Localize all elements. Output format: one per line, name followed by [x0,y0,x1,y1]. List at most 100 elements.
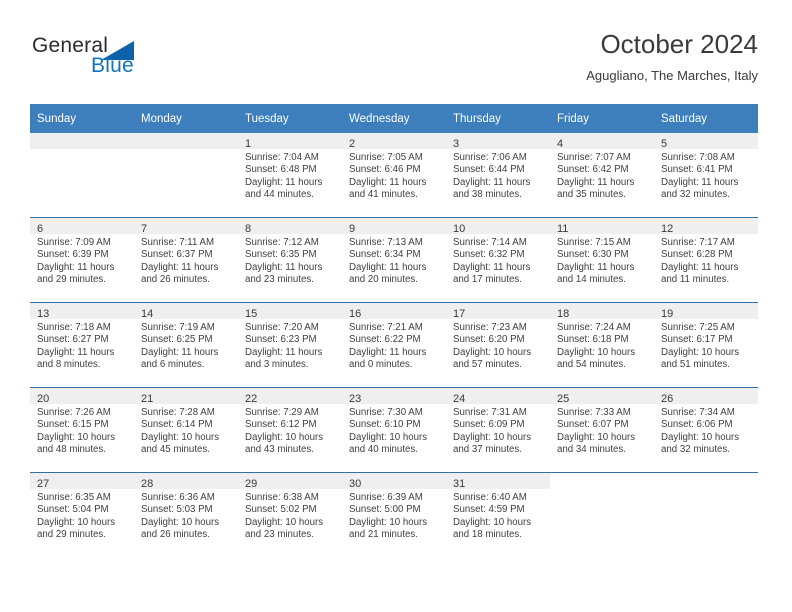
day-cell[interactable]: 6 Sunrise: 7:09 AM Sunset: 6:39 PM Daylight… [30,217,134,303]
day-cell[interactable]: 22 Sunrise: 7:29 AM Sunset: 6:12 PM Dayligh… [238,387,342,473]
sunset-text: Sunset: 6:46 PM [349,164,421,176]
weekday-header-wednesday: Wednesday [342,104,446,133]
day-cell[interactable]: 21 Sunrise: 7:28 AM Sunset: 6:14 PM Dayligh… [134,387,238,473]
daylight-text-line2: and 35 minutes. [557,189,626,201]
sunset-text: Sunset: 6:34 PM [349,249,421,261]
sunrise-text: Sunrise: 7:17 AM [661,237,735,248]
day-number: 11 [557,223,569,235]
sunset-text: Sunset: 6:30 PM [557,249,629,261]
day-number: 6 [37,223,44,235]
calendar-body: 1 Sunrise: 7:04 AM Sunset: 6:48 PM Daylight… [30,133,758,557]
daylight-text-line1: Daylight: 10 hours [453,516,532,528]
day-cell[interactable] [550,472,654,557]
page-title: October 2024 [600,29,758,59]
day-cell[interactable]: 18 Sunrise: 7:24 AM Sunset: 6:18 PM Dayligh… [550,302,654,388]
sunset-text: Sunset: 6:27 PM [37,334,109,346]
day-cell[interactable] [134,133,238,218]
sunset-text: Sunset: 6:48 PM [245,164,317,176]
daylight-text-line2: and 34 minutes. [557,444,626,456]
daylight-text-line1: Daylight: 11 hours [453,176,531,188]
sunset-text: Sunset: 6:41 PM [661,164,733,176]
sunset-text: Sunset: 6:12 PM [245,419,317,431]
day-cell[interactable]: 5 Sunrise: 7:08 AM Sunset: 6:41 PM Daylight… [654,133,758,218]
day-cell[interactable]: 26 Sunrise: 7:34 AM Sunset: 6:06 PM Dayligh… [654,387,758,473]
day-cell[interactable]: 9 Sunrise: 7:13 AM Sunset: 6:34 PM Daylight… [342,217,446,303]
sunrise-text: Sunrise: 7:34 AM [661,407,735,418]
weekday-header-friday: Friday [550,104,654,133]
weekday-header-sunday: Sunday [30,104,134,133]
day-cell[interactable]: 25 Sunrise: 7:33 AM Sunset: 6:07 PM Dayligh… [550,387,654,473]
day-cell[interactable]: 19 Sunrise: 7:25 AM Sunset: 6:17 PM Dayligh… [654,302,758,388]
day-cell[interactable]: 11 Sunrise: 7:15 AM Sunset: 6:30 PM Dayligh… [550,217,654,303]
daylight-text-line1: Daylight: 10 hours [349,431,428,443]
day-cell[interactable]: 24 Sunrise: 7:31 AM Sunset: 6:09 PM Dayligh… [446,387,550,473]
day-number: 27 [37,478,50,490]
sunset-text: Sunset: 6:17 PM [661,334,733,346]
day-cell[interactable]: 30 Sunrise: 6:39 AM Sunset: 5:00 PM Dayligh… [342,472,446,557]
day-number: 24 [453,393,466,405]
daylight-text-line2: and 57 minutes. [453,359,522,371]
day-cell[interactable]: 14 Sunrise: 7:19 AM Sunset: 6:25 PM Dayligh… [134,302,238,388]
day-cell[interactable]: 27 Sunrise: 6:35 AM Sunset: 5:04 PM Dayligh… [30,472,134,557]
day-number: 8 [245,223,252,235]
sunrise-text: Sunrise: 7:13 AM [349,237,423,248]
daylight-text-line2: and 32 minutes. [661,444,730,456]
day-number: 14 [141,308,154,320]
daylight-text-line2: and 38 minutes. [453,189,522,201]
day-number: 16 [349,308,362,320]
logo-general-blue[interactable]: General Blue [30,34,240,90]
day-number: 31 [453,478,466,490]
day-cell[interactable]: 15 Sunrise: 7:20 AM Sunset: 6:23 PM Dayligh… [238,302,342,388]
day-number: 18 [557,308,570,320]
daylight-text-line2: and 29 minutes. [37,529,106,541]
daylight-text-line1: Daylight: 11 hours [453,261,531,273]
day-cell[interactable]: 4 Sunrise: 7:07 AM Sunset: 6:42 PM Daylight… [550,133,654,218]
day-cell[interactable]: 13 Sunrise: 7:18 AM Sunset: 6:27 PM Dayligh… [30,302,134,388]
day-cell[interactable]: 29 Sunrise: 6:38 AM Sunset: 5:02 PM Dayligh… [238,472,342,557]
day-cell[interactable]: 28 Sunrise: 6:36 AM Sunset: 5:03 PM Dayligh… [134,472,238,557]
page-header: General Blue October 2024 Agugliano, The… [30,28,758,96]
sunrise-text: Sunrise: 7:14 AM [453,237,527,248]
sunset-text: Sunset: 6:25 PM [141,334,213,346]
sunset-text: Sunset: 4:59 PM [453,504,525,516]
day-cell[interactable]: 8 Sunrise: 7:12 AM Sunset: 6:35 PM Daylight… [238,217,342,303]
day-cell[interactable]: 10 Sunrise: 7:14 AM Sunset: 6:32 PM Dayligh… [446,217,550,303]
daylight-text-line1: Daylight: 11 hours [37,346,115,358]
sunset-text: Sunset: 5:03 PM [141,504,213,516]
day-number: 19 [661,308,674,320]
day-cell[interactable]: 7 Sunrise: 7:11 AM Sunset: 6:37 PM Daylight… [134,217,238,303]
day-cell[interactable]: 3 Sunrise: 7:06 AM Sunset: 6:44 PM Daylight… [446,133,550,218]
day-cell[interactable] [30,133,134,218]
sunrise-text: Sunrise: 7:21 AM [349,322,423,333]
day-cell[interactable]: 23 Sunrise: 7:30 AM Sunset: 6:10 PM Dayligh… [342,387,446,473]
sunrise-text: Sunrise: 7:33 AM [557,407,631,418]
daylight-text-line1: Daylight: 11 hours [245,346,323,358]
day-cell[interactable]: 16 Sunrise: 7:21 AM Sunset: 6:22 PM Dayligh… [342,302,446,388]
day-cell[interactable]: 20 Sunrise: 7:26 AM Sunset: 6:15 PM Dayligh… [30,387,134,473]
daylight-text-line1: Daylight: 10 hours [141,431,220,443]
daylight-text-line2: and 0 minutes. [349,359,413,371]
sunset-text: Sunset: 5:02 PM [245,504,317,516]
sunrise-text: Sunrise: 6:40 AM [453,492,527,503]
sunrise-text: Sunrise: 7:18 AM [37,322,111,333]
daylight-text-line2: and 41 minutes. [349,189,418,201]
sunrise-text: Sunrise: 7:31 AM [453,407,527,418]
day-cell[interactable]: 2 Sunrise: 7:05 AM Sunset: 6:46 PM Daylight… [342,133,446,218]
day-number: 9 [349,223,356,235]
daylight-text-line1: Daylight: 11 hours [349,176,427,188]
day-cell[interactable] [654,472,758,557]
calendar-grid: Sunday Monday Tuesday Wednesday Thursday… [30,104,758,557]
daylight-text-line1: Daylight: 11 hours [349,346,427,358]
day-number: 28 [141,478,154,490]
day-cell[interactable]: 12 Sunrise: 7:17 AM Sunset: 6:28 PM Dayligh… [654,217,758,303]
daylight-text-line1: Daylight: 11 hours [661,176,739,188]
week-row: 6 Sunrise: 7:09 AM Sunset: 6:39 PM Daylight… [30,217,758,303]
day-cell[interactable]: 17 Sunrise: 7:23 AM Sunset: 6:20 PM Dayligh… [446,302,550,388]
daylight-text-line1: Daylight: 10 hours [453,431,532,443]
sunset-text: Sunset: 6:37 PM [141,249,213,261]
sunrise-text: Sunrise: 7:24 AM [557,322,631,333]
daylight-text-line1: Daylight: 11 hours [557,176,635,188]
day-cell[interactable]: 31 Sunrise: 6:40 AM Sunset: 4:59 PM Dayligh… [446,472,550,557]
daylight-text-line1: Daylight: 10 hours [245,516,324,528]
day-cell[interactable]: 1 Sunrise: 7:04 AM Sunset: 6:48 PM Daylight… [238,133,342,218]
